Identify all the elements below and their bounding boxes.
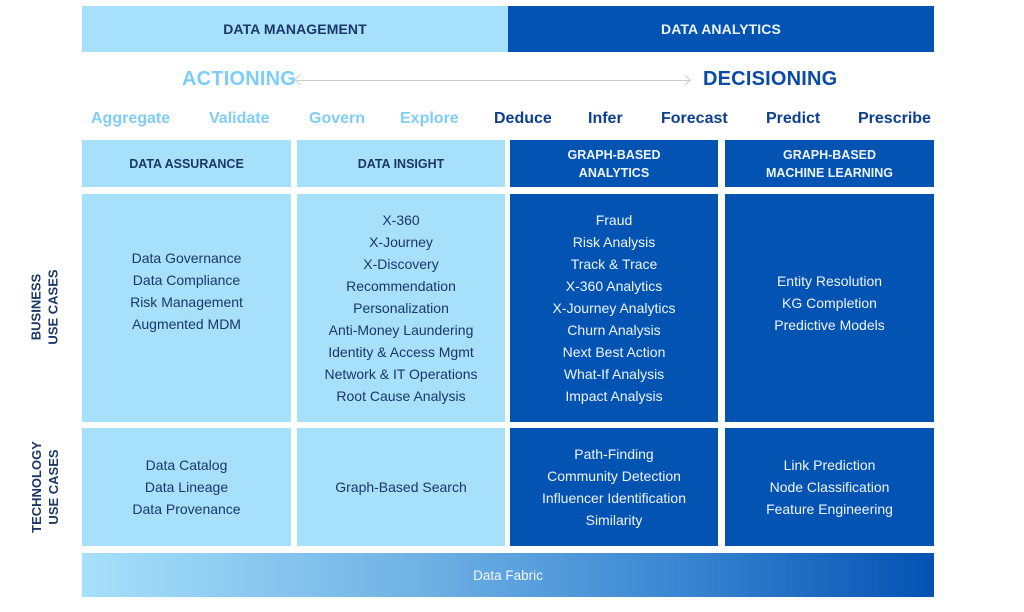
- use-case-item: Feature Engineering: [766, 501, 893, 517]
- row-label-line: BUSINESS: [28, 273, 44, 341]
- use-case-item: X-360 Analytics: [565, 278, 663, 294]
- use-case-item: Anti-Money Laundering: [328, 322, 474, 338]
- use-case-item: Risk Management: [130, 294, 243, 310]
- use-case-item: Community Detection: [547, 468, 681, 484]
- column-header-line: ANALYTICS: [578, 165, 650, 180]
- data-management-header: DATA MANAGEMENT: [82, 6, 508, 52]
- use-case-item: Predictive Models: [774, 317, 885, 333]
- use-case-item: Similarity: [585, 512, 643, 528]
- row-label-line: USE CASES: [45, 449, 61, 525]
- column-header-data-assurance: DATA ASSURANCE: [82, 140, 291, 187]
- actioning-label: ACTIONING: [182, 68, 297, 90]
- data-fabric-label: Data Fabric: [473, 567, 543, 583]
- use-case-item: Graph-Based Search: [335, 479, 467, 495]
- use-case-item: Entity Resolution: [776, 273, 883, 289]
- verb-aggregate: Aggregate: [91, 110, 171, 127]
- use-case-item: Data Catalog: [145, 457, 228, 473]
- row-label-line: TECHNOLOGY: [28, 441, 44, 533]
- cell-business-graph-analytics: Fraud Risk Analysis Track & Trace X-360 Ana…: [510, 194, 718, 422]
- use-case-item: Track & Trace: [570, 256, 658, 272]
- use-case-item: Node Classification: [769, 479, 890, 495]
- use-case-item: Influencer Identification: [542, 490, 686, 506]
- verb-govern: Govern: [309, 110, 366, 127]
- use-case-item: Path-Finding: [574, 446, 654, 462]
- use-case-item: Data Compliance: [132, 272, 241, 288]
- column-header-line: GRAPH-BASED: [567, 147, 661, 162]
- row-label-text: BUSINESS USE CASES: [28, 269, 62, 344]
- use-case-item: Identity & Access Mgmt: [328, 344, 474, 360]
- cell-business-data-assurance: Data Governance Data Compliance Risk Manag…: [82, 194, 291, 422]
- use-case-item: Risk Analysis: [572, 234, 656, 250]
- use-case-item: Data Provenance: [132, 501, 241, 517]
- cell-technology-data-insight: Graph-Based Search: [297, 428, 505, 546]
- use-case-item: Recommendation: [346, 278, 456, 294]
- arrow-head-left-icon: [294, 74, 306, 86]
- use-case-item: Impact Analysis: [565, 388, 663, 404]
- use-case-item: KG Completion: [782, 295, 877, 311]
- cell-business-data-insight: X-360 X-Journey X-Discovery Recommendation P…: [297, 194, 505, 422]
- arrow-head-right-icon: [679, 74, 691, 86]
- use-case-item: Augmented MDM: [132, 316, 241, 332]
- cell-business-graph-ml: Entity Resolution KG Completion Predictive…: [725, 194, 934, 422]
- data-analytics-label: DATA ANALYTICS: [661, 21, 781, 37]
- use-case-item: Data Lineage: [144, 479, 229, 495]
- use-case-item: X-Discovery: [363, 256, 439, 272]
- cell-technology-graph-ml: Link Prediction Node Classification Featur…: [725, 428, 934, 546]
- column-header-line: DATA INSIGHT: [357, 156, 445, 171]
- verb-predict: Predict: [766, 110, 821, 127]
- column-header-data-insight: DATA INSIGHT: [297, 140, 505, 187]
- data-analytics-header: DATA ANALYTICS: [508, 6, 934, 52]
- verb-infer: Infer: [588, 110, 623, 127]
- decisioning-label: DECISIONING: [703, 68, 838, 90]
- verb-prescribe: Prescribe: [858, 110, 931, 127]
- column-header-line: MACHINE LEARNING: [765, 165, 894, 180]
- use-case-item: Root Cause Analysis: [336, 388, 466, 404]
- use-case-item: Next Best Action: [562, 344, 666, 360]
- use-case-item: X-Journey Analytics: [552, 300, 676, 316]
- cell-technology-data-assurance: Data Catalog Data Lineage Data Provenance: [82, 428, 291, 546]
- column-header-line: DATA ASSURANCE: [129, 156, 244, 171]
- row-label-text: TECHNOLOGY USE CASES: [28, 441, 62, 533]
- verb-explore: Explore: [400, 110, 459, 127]
- use-case-item: Personalization: [353, 300, 449, 316]
- data-fabric-bar: Data Fabric: [82, 553, 934, 597]
- use-case-item: Data Governance: [131, 250, 242, 266]
- data-management-label: DATA MANAGEMENT: [223, 21, 367, 37]
- use-case-item: Network & IT Operations: [324, 366, 478, 382]
- use-case-item: X-360: [382, 212, 420, 228]
- column-header-graph-based-ml: GRAPH-BASED MACHINE LEARNING: [725, 140, 934, 187]
- column-header-line: GRAPH-BASED: [782, 147, 877, 162]
- use-case-item: Link Prediction: [783, 457, 876, 473]
- column-header-graph-based-analytics: GRAPH-BASED ANALYTICS: [510, 140, 718, 187]
- verb-validate: Validate: [209, 110, 270, 127]
- use-case-item: What-If Analysis: [563, 366, 665, 382]
- cell-technology-graph-analytics: Path-Finding Community Detection Influence…: [510, 428, 718, 546]
- arrow-line: [297, 80, 691, 81]
- row-label-line: USE CASES: [45, 269, 61, 345]
- verb-deduce: Deduce: [494, 110, 552, 127]
- use-case-item: Churn Analysis: [567, 322, 661, 338]
- use-case-item: X-Journey: [369, 234, 433, 250]
- verb-forecast: Forecast: [661, 110, 728, 127]
- use-case-item: Fraud: [595, 212, 633, 228]
